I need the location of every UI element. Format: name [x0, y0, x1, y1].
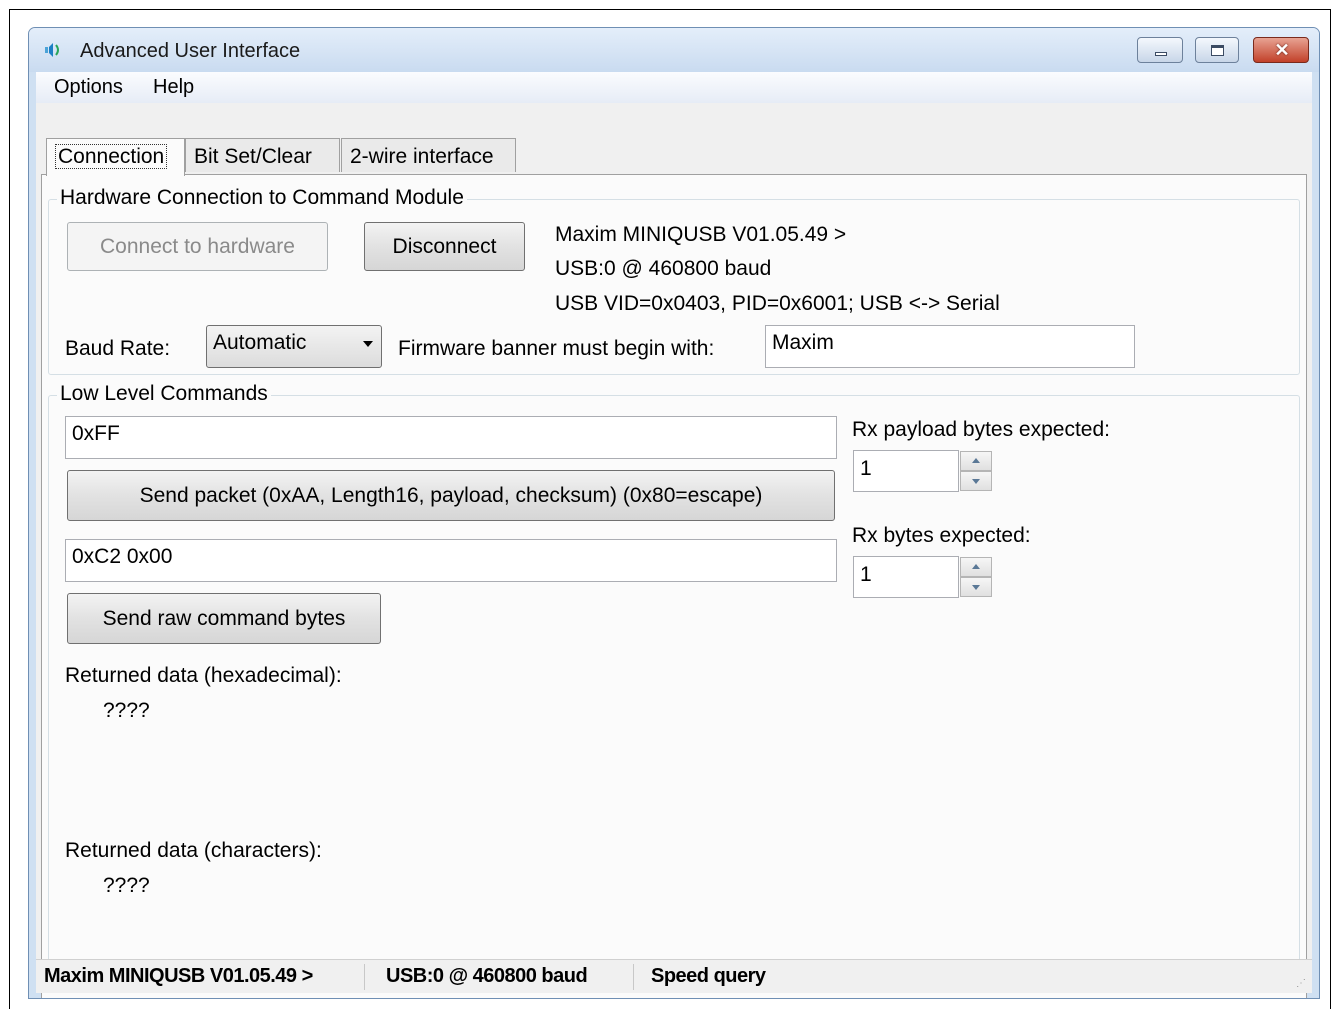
- menu-options[interactable]: Options: [54, 76, 123, 99]
- status-message: Speed query: [651, 965, 766, 987]
- status-firmware: Maxim MINIQUSB V01.05.49 >: [44, 965, 313, 987]
- send-packet-button[interactable]: Send packet (0xAA, Length16, payload, ch…: [67, 470, 835, 521]
- disconnect-button[interactable]: Disconnect: [364, 222, 525, 271]
- menu-help[interactable]: Help: [153, 76, 194, 99]
- usb-vid-pid-info: USB VID=0x0403, PID=0x6001; USB <-> Seri…: [555, 292, 1000, 315]
- firmware-banner-input[interactable]: Maxim: [765, 325, 1135, 368]
- window-title: Advanced User Interface: [80, 40, 301, 62]
- chevron-down-icon: [363, 341, 373, 347]
- hardware-group: Hardware Connection to Command Module Co…: [48, 186, 1300, 375]
- hardware-group-title: Hardware Connection to Command Module: [57, 186, 467, 210]
- rx-bytes-input[interactable]: 1: [853, 556, 959, 598]
- baud-rate-label: Baud Rate:: [65, 337, 171, 360]
- tab-bit-set-clear[interactable]: Bit Set/Clear: [185, 138, 340, 172]
- rx-payload-input[interactable]: 1: [853, 450, 959, 492]
- title-bar: Advanced User Interface ✕: [29, 28, 1319, 72]
- resize-grip-icon[interactable]: ⋰: [1296, 978, 1306, 989]
- send-raw-command-button[interactable]: Send raw command bytes: [67, 593, 381, 644]
- firmware-banner-label: Firmware banner must begin with:: [398, 337, 715, 360]
- app-window: Advanced User Interface ✕ Options Help C…: [28, 27, 1320, 999]
- connection-tab-page: Hardware Connection to Command Module Co…: [41, 174, 1307, 998]
- rx-bytes-label: Rx bytes expected:: [852, 524, 1031, 547]
- returned-chars-value: ????: [103, 874, 150, 897]
- returned-hex-label: Returned data (hexadecimal):: [65, 664, 342, 687]
- rx-payload-up-button[interactable]: [960, 451, 992, 471]
- tab-connection[interactable]: Connection: [46, 138, 185, 176]
- status-divider: [633, 964, 634, 990]
- rx-bytes-stepper: [960, 557, 992, 597]
- status-bar: Maxim MINIQUSB V01.05.49 > USB:0 @ 46080…: [36, 959, 1312, 993]
- rx-payload-label: Rx payload bytes expected:: [852, 418, 1110, 441]
- low-level-group-title: Low Level Commands: [57, 382, 271, 406]
- maximize-icon: [1211, 45, 1224, 56]
- low-level-group: Low Level Commands 0xFF Send packet (0xA…: [48, 382, 1300, 973]
- minimize-icon: [1155, 52, 1167, 56]
- returned-chars-label: Returned data (characters):: [65, 839, 322, 862]
- status-connection: USB:0 @ 460800 baud: [386, 965, 588, 987]
- speaker-icon: [45, 43, 59, 57]
- rx-payload-down-button[interactable]: [960, 471, 992, 491]
- rx-bytes-down-button[interactable]: [960, 577, 992, 597]
- firmware-banner-info: Maxim MINIQUSB V01.05.49 >: [555, 223, 847, 246]
- connect-to-hardware-button[interactable]: Connect to hardware: [67, 222, 328, 271]
- status-divider: [364, 964, 365, 990]
- menu-bar: Options Help: [36, 72, 1312, 103]
- tab-2-wire-interface[interactable]: 2-wire interface: [341, 138, 516, 172]
- maximize-button[interactable]: [1195, 37, 1239, 63]
- baud-rate-select[interactable]: Automatic: [206, 325, 382, 368]
- rx-bytes-up-button[interactable]: [960, 557, 992, 577]
- baud-rate-value: Automatic: [213, 331, 307, 354]
- usb-baud-info: USB:0 @ 460800 baud: [555, 257, 772, 280]
- close-button[interactable]: ✕: [1253, 37, 1309, 63]
- raw-command-input[interactable]: 0xC2 0x00: [65, 539, 837, 582]
- returned-hex-value: ????: [103, 699, 150, 722]
- packet-payload-input[interactable]: 0xFF: [65, 416, 837, 459]
- close-icon: ✕: [1274, 40, 1290, 60]
- client-area: Connection Bit Set/Clear 2-wire interfac…: [36, 103, 1312, 998]
- rx-payload-stepper: [960, 451, 992, 491]
- minimize-button[interactable]: [1137, 37, 1183, 63]
